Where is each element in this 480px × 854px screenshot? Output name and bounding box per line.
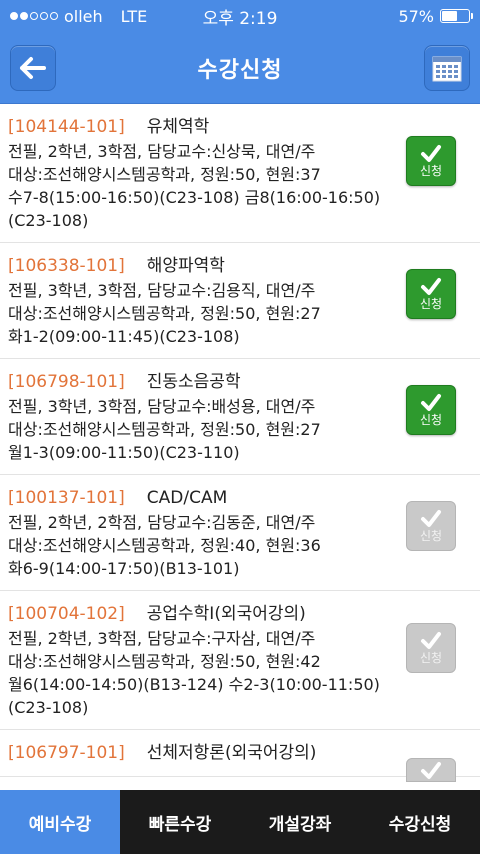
course-name: 선체저항론(외국어강의) — [146, 743, 317, 763]
course-name: CAD/CAM — [146, 488, 228, 508]
course-name: 공업수학I(외국어강의) — [146, 604, 306, 624]
course-code: [106797-101] — [8, 743, 125, 763]
course-list[interactable]: [104144-101] 유체역학전필, 2학년, 3학점, 담당교수:신상묵, … — [0, 104, 480, 790]
course-detail-line: 전필, 3학년, 3학점, 담당교수:김용직, 대연/주 — [8, 281, 316, 300]
carrier-name: olleh — [64, 6, 103, 26]
tab-3[interactable]: 개설강좌 — [240, 790, 360, 854]
course-item[interactable]: [106798-101] 진동소음공학전필, 3학년, 3학점, 담당교수:배성용… — [0, 359, 480, 475]
course-detail-line: (C23-108) — [8, 211, 89, 230]
course-detail-line: 대상:조선해양시스템공학과, 정원:50, 현원:37 — [8, 165, 321, 184]
course-code: [106798-101] — [8, 372, 125, 392]
course-detail-line: 전필, 2학년, 2학점, 담당교수:김동준, 대연/주 — [8, 513, 316, 532]
course-title-row: [100704-102] 공업수학I(외국어강의) — [8, 601, 472, 627]
signal-dot — [50, 12, 58, 20]
course-name: 유체역학 — [146, 117, 210, 137]
signal-strength-icon — [10, 12, 58, 20]
signal-dot — [10, 12, 18, 20]
course-detail-line: (C23-108) — [8, 698, 89, 717]
course-detail-line: 대상:조선해양시스템공학과, 정원:50, 현원:42 — [8, 652, 321, 671]
checkmark-icon — [421, 509, 441, 527]
bottom-tab-bar: 예비수강 빠른수강 개설강좌 수강신청 — [0, 790, 480, 854]
course-title-row: [100137-101] CAD/CAM — [8, 485, 472, 511]
course-detail-line: 전필, 3학년, 3학점, 담당교수:배성용, 대연/주 — [8, 397, 316, 416]
signal-dot — [20, 12, 28, 20]
checkmark-icon — [421, 631, 441, 649]
course-item[interactable]: [100704-102] 공업수학I(외국어강의) 전필, 2학년, 3학점, 담당… — [0, 591, 480, 730]
checkmark-icon — [421, 277, 441, 295]
status-left: olleh LTE — [10, 7, 147, 26]
course-item[interactable]: [106797-101] 선체저항론(외국어강의) — [0, 730, 480, 782]
apply-button-label: 신청 — [419, 528, 443, 543]
tab-2[interactable]: 빠른수강 — [120, 790, 240, 854]
apply-button-label: 신청 — [419, 163, 443, 178]
course-name: 해양파역학 — [146, 256, 225, 276]
course-detail-line: 대상:조선해양시스템공학과, 정원:40, 현원:36 — [8, 536, 321, 555]
calendar-icon — [432, 56, 462, 82]
course-detail-line: 월6(14:00-14:50)(B13-124) 수2-3(10:00-11:5… — [8, 675, 380, 694]
course-title-row: [106338-101] 해양파역학 — [8, 253, 472, 279]
course-title-row: [104144-101] 유체역학 — [8, 114, 472, 140]
tab-4[interactable]: 수강신청 — [360, 790, 480, 854]
course-detail-line: 수7-8(15:00-16:50)(C23-108) 금8(16:00-16:5… — [8, 188, 381, 207]
course-detail-line: 월1-3(09:00-11:50)(C23-110) — [8, 443, 240, 462]
calendar-button[interactable] — [424, 45, 470, 91]
apply-button-label: 신청 — [419, 412, 443, 427]
checkmark-icon — [421, 144, 441, 162]
apply-button[interactable] — [406, 758, 456, 782]
course-detail-line: 화6-9(14:00-17:50)(B13-101) — [8, 559, 240, 578]
course-detail-line: 대상:조선해양시스템공학과, 정원:50, 현원:27 — [8, 304, 321, 323]
course-item[interactable]: [106338-101] 해양파역학전필, 3학년, 3학점, 담당교수:김용직,… — [0, 243, 480, 359]
apply-button[interactable]: 신청 — [406, 385, 456, 435]
course-detail-line: 대상:조선해양시스템공학과, 정원:50, 현원:27 — [8, 420, 321, 439]
checkmark-icon — [421, 393, 441, 411]
course-item[interactable]: [104144-101] 유체역학전필, 2학년, 3학점, 담당교수:신상묵, … — [0, 104, 480, 243]
course-title-row: [106798-101] 진동소음공학 — [8, 369, 472, 395]
course-detail-line: 화1-2(09:00-11:45)(C23-108) — [8, 327, 240, 346]
course-code: [100704-102] — [8, 604, 125, 624]
battery-icon — [440, 9, 473, 23]
app-header: 수강신청 — [0, 32, 480, 104]
page-title: 수강신청 — [197, 57, 283, 83]
course-detail-line: 전필, 2학년, 3학점, 담당교수:구자삼, 대연/주 — [8, 629, 316, 648]
status-bar: olleh LTE 오후 2:19 57% — [0, 0, 480, 32]
network-type: LTE — [120, 6, 148, 26]
course-name: 진동소음공학 — [146, 372, 241, 392]
battery-percent: 57% — [398, 6, 434, 26]
back-arrow-icon — [20, 57, 46, 79]
apply-button-label: 신청 — [419, 296, 443, 311]
tab-1[interactable]: 예비수강 — [0, 790, 120, 854]
course-code: [100137-101] — [8, 488, 125, 508]
signal-dot — [30, 12, 38, 20]
status-right: 57% — [398, 6, 473, 26]
checkmark-icon — [421, 762, 441, 779]
back-button[interactable] — [10, 45, 56, 91]
apply-button[interactable]: 신청 — [406, 136, 456, 186]
signal-dot — [40, 12, 48, 20]
apply-button-label: 신청 — [419, 650, 443, 665]
apply-button[interactable]: 신청 — [406, 269, 456, 319]
course-title-row: [106797-101] 선체저항론(외국어강의) — [8, 740, 472, 766]
course-item[interactable]: [100137-101] CAD/CAM 전필, 2학년, 2학점, 담당교수:김동… — [0, 475, 480, 591]
course-code: [106338-101] — [8, 256, 125, 276]
course-code: [104144-101] — [8, 117, 125, 137]
course-detail-line: 전필, 2학년, 3학점, 담당교수:신상묵, 대연/주 — [8, 142, 316, 161]
apply-button[interactable]: 신청 — [406, 623, 456, 673]
battery-fill — [442, 11, 457, 21]
apply-button[interactable]: 신청 — [406, 501, 456, 551]
